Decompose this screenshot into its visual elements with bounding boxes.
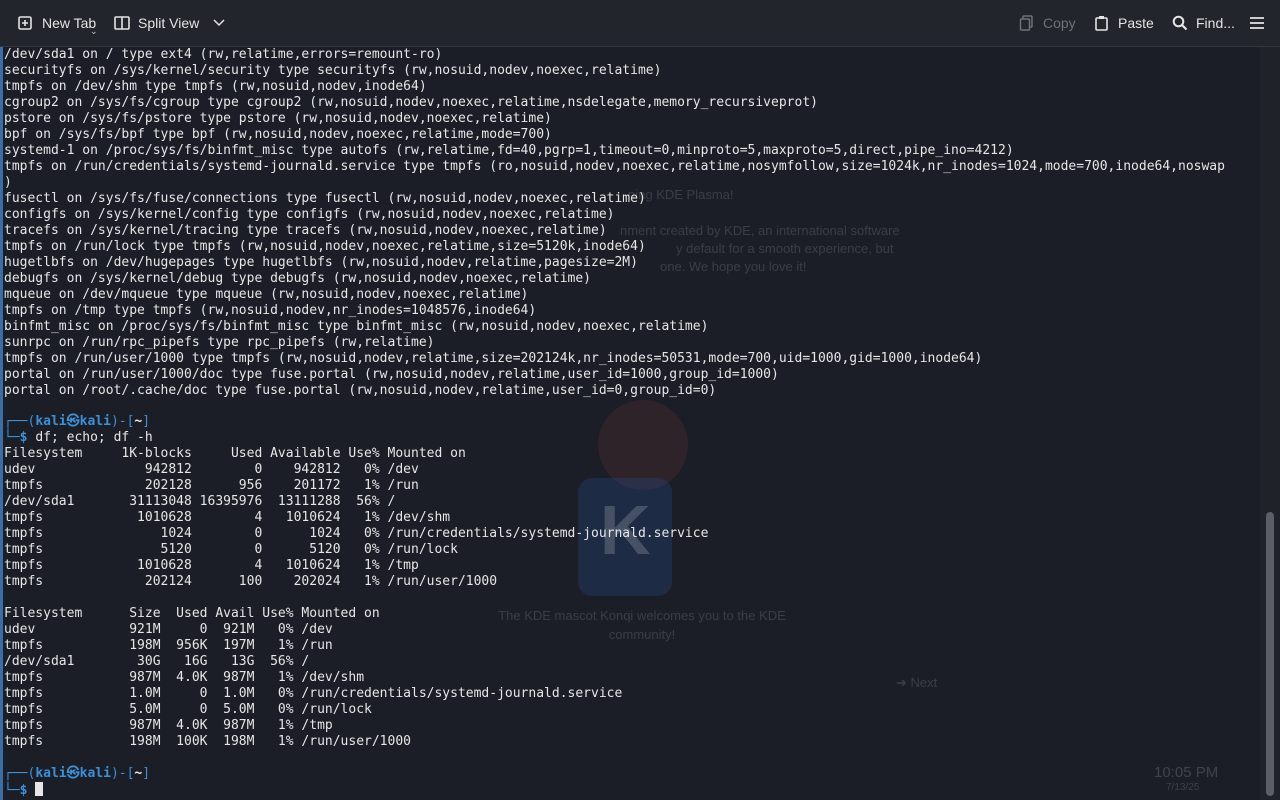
- new-tab-button[interactable]: New Tab ⌄: [18, 0, 98, 46]
- copy-label: Copy: [1043, 15, 1076, 31]
- mount-output: /dev/sda1 on / type ext4 (rw,relatime,er…: [4, 47, 1225, 398]
- prompt-line-command: └─$ df; echo; df -h: [4, 430, 153, 445]
- scrollbar-thumb[interactable]: [1266, 512, 1274, 796]
- new-tab-label: New Tab: [42, 15, 97, 31]
- clock: 10:05 PM: [1154, 764, 1219, 781]
- new-tab-dropdown-icon[interactable]: ⌄: [90, 26, 98, 37]
- new-tab-icon: [18, 15, 34, 31]
- terminal-view[interactable]: /dev/sda1 on / type ext4 (rw,relatime,er…: [0, 47, 1258, 800]
- split-view-label: Split View: [138, 15, 200, 31]
- paste-label: Paste: [1118, 15, 1154, 31]
- copy-button[interactable]: Copy: [1019, 0, 1076, 46]
- command-text: df; echo; df -h: [35, 430, 153, 445]
- paste-button[interactable]: Paste: [1094, 0, 1154, 46]
- find-button[interactable]: Find...: [1172, 0, 1235, 46]
- prompt-line-top: ┌──(kali㉿kali)-[~]: [4, 414, 151, 429]
- hamburger-menu-icon: [1249, 15, 1265, 31]
- find-label: Find...: [1196, 15, 1235, 31]
- date: 7/13/25: [1166, 782, 1200, 793]
- df-output: Filesystem 1K-blocks Used Available Use%…: [4, 446, 709, 749]
- copy-icon: [1019, 15, 1035, 31]
- chevron-down-icon[interactable]: [213, 19, 225, 27]
- terminal-toolbar: New Tab ⌄ Split View Copy Paste Find...: [0, 0, 1280, 47]
- active-view-indicator: [0, 47, 3, 800]
- text-cursor: [35, 782, 44, 796]
- split-view-icon: [114, 15, 130, 31]
- search-icon: [1172, 15, 1188, 31]
- split-view-button[interactable]: Split View: [114, 0, 225, 46]
- paste-icon: [1094, 15, 1110, 31]
- prompt-line-top-2: ┌──(kali㉿kali)-[~]: [4, 766, 151, 781]
- hamburger-menu-button[interactable]: [1249, 0, 1265, 46]
- prompt-user: kali㉿kali: [35, 414, 111, 429]
- prompt-line-input[interactable]: └─$: [4, 782, 44, 799]
